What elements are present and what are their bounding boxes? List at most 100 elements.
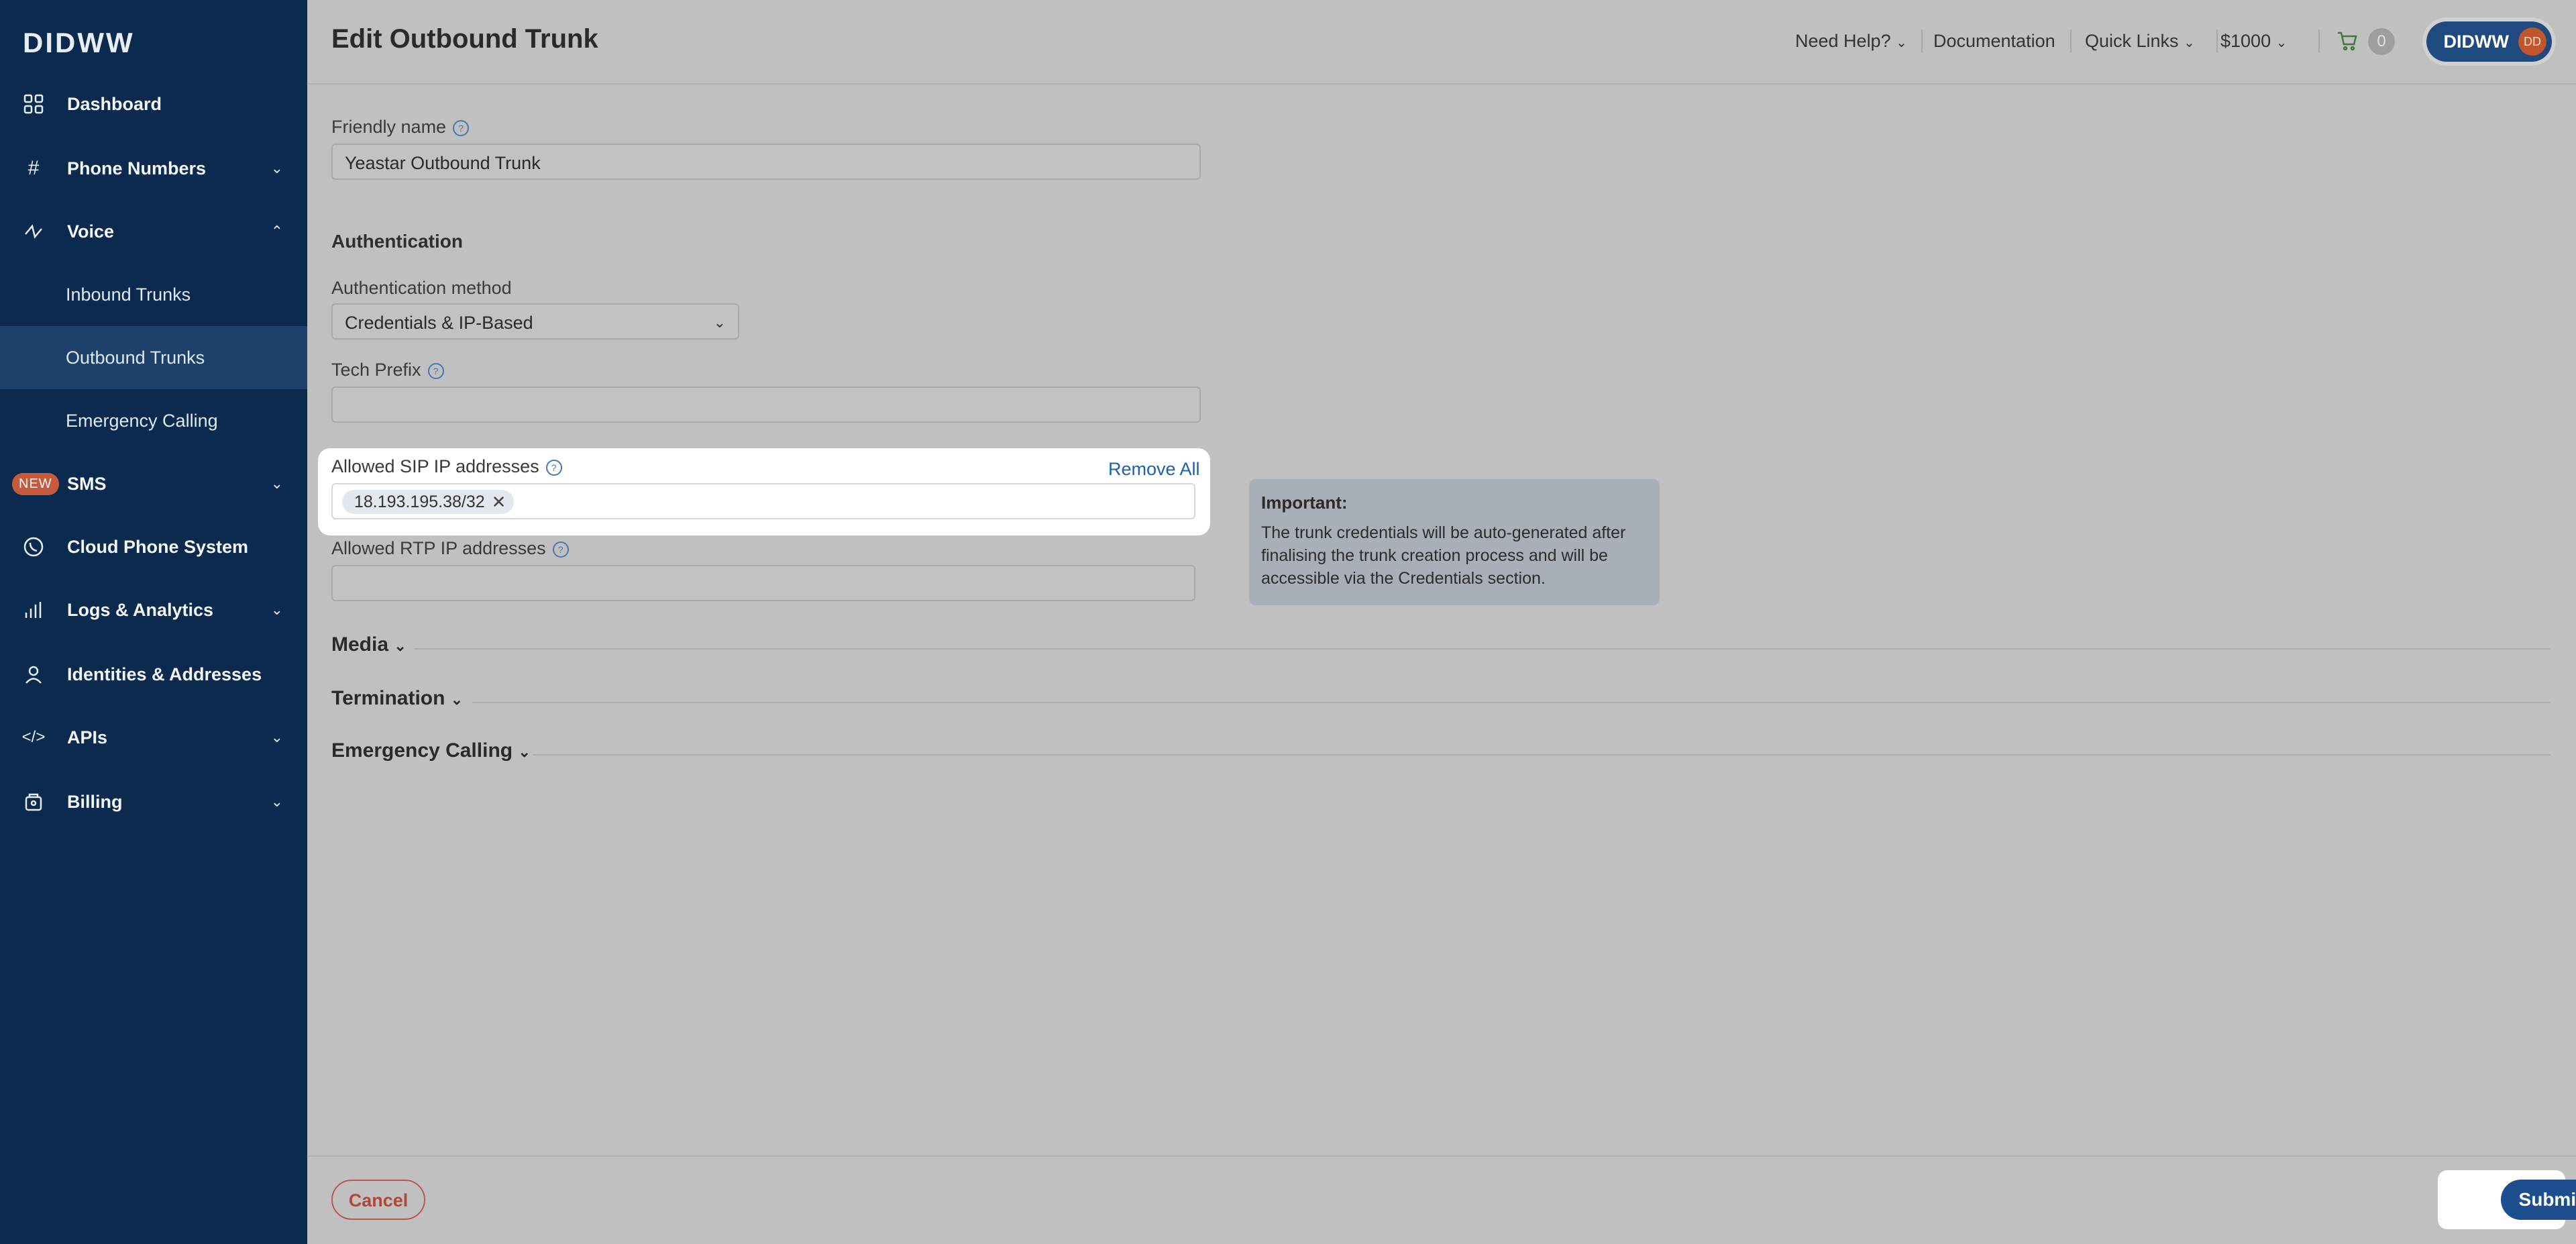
logo: DIDWW <box>23 27 135 58</box>
media-section-toggle[interactable]: Media ⌄ <box>331 633 2551 667</box>
sip-ip-label-text: Allowed SIP IP addresses <box>331 456 539 476</box>
divider <box>1921 30 1923 52</box>
friendly-name-label-text: Friendly name <box>331 117 447 137</box>
ip-tag: 18.193.195.38/32 ✕ <box>342 490 515 514</box>
divider <box>415 648 2551 650</box>
user-menu-button[interactable]: DIDWW DD <box>2426 21 2552 62</box>
info-title: Important: <box>1261 493 1348 513</box>
chevron-down-icon: ⌄ <box>450 691 464 708</box>
help-icon[interactable]: ? <box>545 459 562 476</box>
chevron-down-icon: ⌄ <box>270 729 283 745</box>
divider <box>2216 30 2218 52</box>
footer-divider <box>307 1155 2576 1157</box>
chevron-down-icon: ⌄ <box>270 160 283 176</box>
sidebar-item-voice[interactable]: Voice ⌃ <box>0 200 307 263</box>
sidebar-item-inbound-trunks[interactable]: Inbound Trunks <box>0 263 307 326</box>
bar-chart-icon <box>21 598 46 622</box>
authentication-section-title: Authentication <box>331 231 463 252</box>
chevron-down-icon: ⌄ <box>518 743 531 760</box>
help-icon[interactable]: ? <box>453 119 470 136</box>
chevron-down-icon: ⌄ <box>2275 36 2288 50</box>
hash-icon: # <box>28 157 40 179</box>
code-icon: </> <box>21 728 46 746</box>
sip-ip-input[interactable]: 18.193.195.38/32 ✕ <box>331 483 1195 519</box>
rtp-ip-label-text: Allowed RTP IP addresses <box>331 538 546 558</box>
rtp-ip-input[interactable] <box>331 565 1195 601</box>
sidebar-item-label: Billing <box>67 791 123 812</box>
sidebar-item-sms[interactable]: NEW SMS ⌄ <box>0 452 307 515</box>
need-help-label: Need Help? <box>1795 31 1891 51</box>
sidebar-item-apis[interactable]: </> APIs ⌄ <box>0 706 307 769</box>
chevron-down-icon: ⌄ <box>394 637 407 654</box>
sidebar-item-phone-numbers[interactable]: # Phone Numbers ⌄ <box>0 137 307 200</box>
sidebar-item-identities-addresses[interactable]: Identities & Addresses <box>0 643 307 706</box>
friendly-name-label: Friendly name? <box>331 117 470 138</box>
sidebar-item-outbound-trunks[interactable]: Outbound Trunks <box>0 326 307 389</box>
sidebar-item-label: Inbound Trunks <box>66 284 191 305</box>
termination-section-title: Termination ⌄ <box>331 687 463 710</box>
emergency-calling-section-toggle[interactable]: Emergency Calling ⌄ <box>331 739 2551 773</box>
help-icon[interactable]: ? <box>552 541 569 558</box>
phone-icon <box>21 535 46 559</box>
sidebar-item-label: SMS <box>67 473 107 494</box>
sidebar-item-label: Dashboard <box>67 93 162 114</box>
chevron-down-icon: ⌄ <box>2184 36 2195 50</box>
auth-method-label: Authentication method <box>331 278 512 298</box>
divider <box>533 754 2551 756</box>
sidebar-item-label: Emergency Calling <box>66 410 218 431</box>
tech-prefix-input[interactable] <box>331 386 1201 423</box>
chevron-down-icon: ⌄ <box>713 314 726 331</box>
cancel-button[interactable]: Cancel <box>331 1180 425 1220</box>
ip-tag-label: 18.193.195.38/32 <box>354 493 485 511</box>
close-icon[interactable]: ✕ <box>492 490 506 514</box>
section-title-text: Termination <box>331 687 445 709</box>
auth-method-value: Credentials & IP-Based <box>345 313 533 333</box>
divider <box>472 702 2551 703</box>
new-badge: NEW <box>12 472 59 495</box>
sidebar-item-label: Outbound Trunks <box>66 347 205 368</box>
sidebar-item-label: APIs <box>67 727 108 747</box>
sip-ip-label: Allowed SIP IP addresses? <box>331 456 562 477</box>
cart-icon[interactable] <box>2336 30 2359 56</box>
need-help-menu[interactable]: Need Help? ⌄ <box>1795 31 1907 52</box>
sidebar-item-emergency-calling[interactable]: Emergency Calling <box>0 389 307 452</box>
submit-button[interactable]: Submit <box>2501 1180 2576 1220</box>
documentation-link[interactable]: Documentation <box>1933 31 2055 52</box>
sidebar-item-billing[interactable]: Billing ⌄ <box>0 770 307 833</box>
balance-menu[interactable]: $1000 ⌄ <box>2220 31 2287 52</box>
help-icon[interactable]: ? <box>427 362 444 379</box>
voice-icon <box>21 219 46 244</box>
auth-method-select[interactable]: Credentials & IP-Based ⌄ <box>331 303 739 340</box>
sidebar-item-label: Voice <box>67 221 115 242</box>
chevron-down-icon: ⌄ <box>270 793 283 810</box>
chevron-up-icon: ⌃ <box>270 223 283 240</box>
chevron-down-icon: ⌄ <box>270 475 283 492</box>
grid-icon <box>21 92 46 116</box>
divider <box>2070 30 2072 52</box>
main-content: Edit Outbound Trunk Need Help? ⌄ Documen… <box>307 0 2576 1244</box>
sidebar-item-logs-analytics[interactable]: Logs & Analytics ⌄ <box>0 578 307 641</box>
remove-all-link[interactable]: Remove All <box>1108 459 1200 480</box>
page-title: Edit Outbound Trunk <box>331 24 598 54</box>
sidebar-item-dashboard[interactable]: Dashboard <box>0 72 307 136</box>
tech-prefix-label: Tech Prefix? <box>331 360 444 380</box>
divider <box>2318 30 2320 52</box>
section-title-text: Media <box>331 633 389 656</box>
sidebar: DIDWW Dashboard # Phone Numbers ⌄ Voice … <box>0 0 307 1244</box>
tech-prefix-label-text: Tech Prefix <box>331 360 421 380</box>
chevron-down-icon: ⌄ <box>270 601 283 618</box>
quick-links-menu[interactable]: Quick Links ⌄ <box>2085 31 2195 52</box>
termination-section-toggle[interactable]: Termination ⌄ <box>331 687 2551 721</box>
friendly-name-input[interactable]: Yeastar Outbound Trunk <box>331 144 1201 180</box>
sidebar-item-label: Logs & Analytics <box>67 599 214 620</box>
top-bar: Edit Outbound Trunk Need Help? ⌄ Documen… <box>307 0 2576 85</box>
media-section-title: Media ⌄ <box>331 633 407 656</box>
quick-links-label: Quick Links <box>2085 31 2179 51</box>
user-name: DIDWW <box>2443 31 2509 52</box>
sidebar-item-cloud-phone-system[interactable]: Cloud Phone System <box>0 515 307 578</box>
user-icon <box>21 662 46 686</box>
wallet-icon <box>21 790 46 814</box>
info-body: The trunk credentials will be auto-gener… <box>1261 523 1626 588</box>
emergency-calling-section-title: Emergency Calling ⌄ <box>331 739 531 762</box>
important-info-box: Important: The trunk credentials will be… <box>1249 479 1660 605</box>
